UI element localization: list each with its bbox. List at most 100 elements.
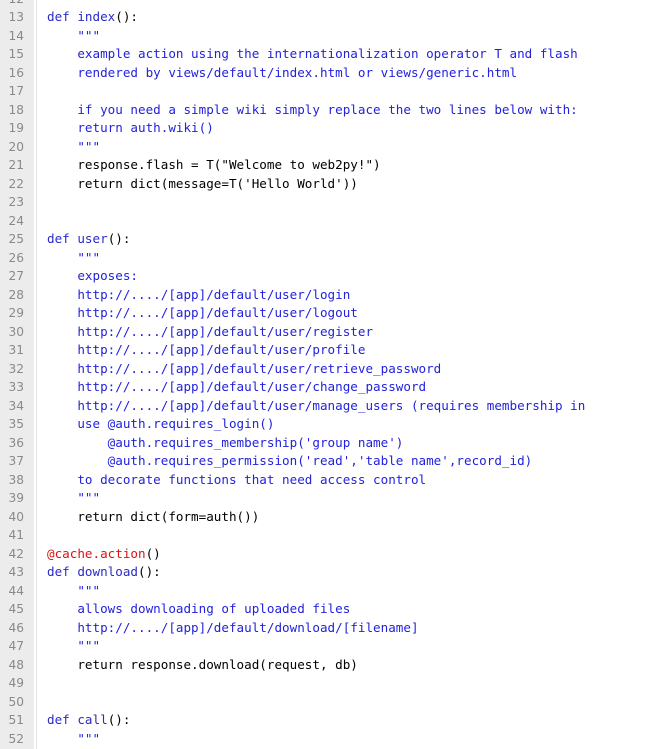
code-text[interactable]: http://..../[app]/default/user/retrieve_…: [47, 360, 441, 379]
code-token: def: [47, 231, 78, 246]
code-lines[interactable]: 1213def index():14 """15 example action …: [0, 0, 648, 748]
line-number: 21: [8, 158, 24, 172]
line-number: 20: [8, 139, 24, 154]
line-number: 39: [8, 491, 24, 505]
code-token: """: [47, 490, 101, 505]
code-token: return dict(form=auth()): [47, 508, 260, 524]
code-text[interactable]: return response.download(request, db): [47, 656, 358, 675]
code-line[interactable]: 23: [0, 193, 648, 212]
code-line[interactable]: 20 """: [0, 138, 648, 157]
code-line[interactable]: 41: [0, 526, 648, 545]
code-line[interactable]: 29 http://..../[app]/default/user/logout: [0, 304, 648, 323]
code-text[interactable]: """: [47, 489, 100, 508]
code-text[interactable]: response.flash = T("Welcome to web2py!"): [47, 156, 380, 175]
code-line[interactable]: 17: [0, 82, 648, 101]
line-number: 47: [8, 639, 24, 653]
code-line[interactable]: 42 @cache.action(): [0, 545, 648, 564]
code-line[interactable]: 14 """: [0, 27, 648, 46]
code-line[interactable]: 47 """: [0, 637, 648, 656]
code-text[interactable]: use @auth.requires_login(): [47, 415, 274, 434]
code-line[interactable]: 18 if you need a simple wiki simply repl…: [0, 101, 648, 120]
code-line[interactable]: 52 """: [0, 730, 648, 749]
code-line[interactable]: 25 def user():: [0, 230, 648, 249]
code-line[interactable]: 22 return dict(message=T('Hello World')): [0, 175, 648, 194]
code-token: """: [47, 138, 101, 154]
code-line[interactable]: 26 """: [0, 249, 648, 268]
code-text[interactable]: exposes:: [47, 267, 138, 286]
code-text[interactable]: return auth.wiki(): [47, 119, 213, 138]
code-token: """: [47, 582, 101, 598]
code-text[interactable]: """: [47, 582, 100, 601]
code-line[interactable]: 44 """: [0, 582, 648, 601]
code-line[interactable]: 36 @auth.requires_membership('group name…: [0, 434, 648, 453]
code-text[interactable]: if you need a simple wiki simply replace…: [47, 101, 577, 120]
code-line[interactable]: 43 def download():: [0, 563, 648, 582]
code-text[interactable]: def call():: [47, 711, 130, 730]
code-token: @auth.requires_membership('group name'): [47, 434, 404, 450]
code-line[interactable]: 33 http://..../[app]/default/user/change…: [0, 378, 648, 397]
line-number: 24: [8, 213, 24, 228]
code-token: @auth.requires_permission('read','table …: [47, 453, 533, 468]
code-line[interactable]: 19 return auth.wiki(): [0, 119, 648, 138]
code-line[interactable]: 12: [0, 0, 648, 8]
code-text[interactable]: """: [47, 730, 100, 749]
code-token: return response.download(request, db): [47, 656, 358, 672]
line-number: 42: [8, 546, 24, 561]
code-text[interactable]: http://..../[app]/default/user/change_pa…: [47, 378, 426, 397]
line-number: 45: [8, 602, 24, 616]
code-line[interactable]: 50: [0, 693, 648, 712]
code-line[interactable]: 13 def index():: [0, 8, 648, 27]
code-line[interactable]: 46 http://..../[app]/default/download/[f…: [0, 619, 648, 638]
code-text[interactable]: @auth.requires_permission('read','table …: [47, 452, 533, 471]
code-line[interactable]: 51 def call():: [0, 711, 648, 730]
code-line[interactable]: 38 to decorate functions that need acces…: [0, 471, 648, 490]
code-text[interactable]: """: [47, 637, 100, 656]
code-line[interactable]: 15 example action using the internationa…: [0, 45, 648, 64]
line-number: 52: [8, 731, 24, 746]
code-token: index: [77, 9, 116, 24]
code-text[interactable]: http://..../[app]/default/user/profile: [47, 341, 365, 360]
code-line[interactable]: 24: [0, 212, 648, 231]
code-line[interactable]: 30 http://..../[app]/default/user/regist…: [0, 323, 648, 342]
code-text[interactable]: @cache.action(): [47, 545, 161, 564]
code-line[interactable]: 35 use @auth.requires_login(): [0, 415, 648, 434]
code-text[interactable]: return dict(message=T('Hello World')): [47, 175, 358, 194]
code-text[interactable]: @auth.requires_membership('group name'): [47, 434, 404, 453]
code-text[interactable]: """: [47, 138, 100, 157]
code-text[interactable]: def index():: [47, 8, 138, 27]
code-line[interactable]: 32 http://..../[app]/default/user/retrie…: [0, 360, 648, 379]
code-line[interactable]: 21 response.flash = T("Welcome to web2py…: [0, 156, 648, 175]
code-line[interactable]: 16 rendered by views/default/index.html …: [0, 64, 648, 83]
code-line[interactable]: 31 http://..../[app]/default/user/profil…: [0, 341, 648, 360]
code-line[interactable]: 27 exposes:: [0, 267, 648, 286]
code-token: http://..../[app]/default/user/change_pa…: [47, 379, 427, 394]
code-text[interactable]: return dict(form=auth()): [47, 508, 259, 527]
code-text[interactable]: http://..../[app]/default/download/[file…: [47, 619, 418, 638]
code-text[interactable]: http://..../[app]/default/user/login: [47, 286, 350, 305]
code-text[interactable]: def user():: [47, 230, 130, 249]
code-text[interactable]: rendered by views/default/index.html or …: [47, 64, 517, 83]
code-token: exposes:: [47, 268, 138, 283]
code-text[interactable]: to decorate functions that need access c…: [47, 471, 426, 490]
code-text[interactable]: """: [47, 249, 100, 268]
code-text[interactable]: """: [47, 27, 100, 46]
code-token: rendered by views/default/index.html or …: [47, 64, 518, 80]
code-text[interactable]: http://..../[app]/default/user/register: [47, 323, 373, 342]
code-text[interactable]: http://..../[app]/default/user/logout: [47, 304, 358, 323]
code-line[interactable]: 28 http://..../[app]/default/user/login: [0, 286, 648, 305]
code-token: allows downloading of uploaded files: [47, 601, 351, 616]
code-text[interactable]: allows downloading of uploaded files: [47, 600, 350, 619]
code-line[interactable]: 45 allows downloading of uploaded files: [0, 600, 648, 619]
code-text[interactable]: def download():: [47, 563, 161, 582]
code-line[interactable]: 34 http://..../[app]/default/user/manage…: [0, 397, 648, 416]
code-text[interactable]: example action using the internationaliz…: [47, 45, 577, 64]
code-line[interactable]: 39 """: [0, 489, 648, 508]
code-text[interactable]: http://..../[app]/default/user/manage_us…: [47, 397, 585, 416]
code-line[interactable]: 40 return dict(form=auth()): [0, 508, 648, 527]
code-line[interactable]: 48 return response.download(request, db): [0, 656, 648, 675]
code-line[interactable]: 49: [0, 674, 648, 693]
code-token: use @auth.requires_login(): [47, 416, 275, 431]
line-number: 27: [8, 269, 24, 283]
code-line[interactable]: 37 @auth.requires_permission('read','tab…: [0, 452, 648, 471]
code-editor[interactable]: 1213def index():14 """15 example action …: [0, 0, 648, 749]
